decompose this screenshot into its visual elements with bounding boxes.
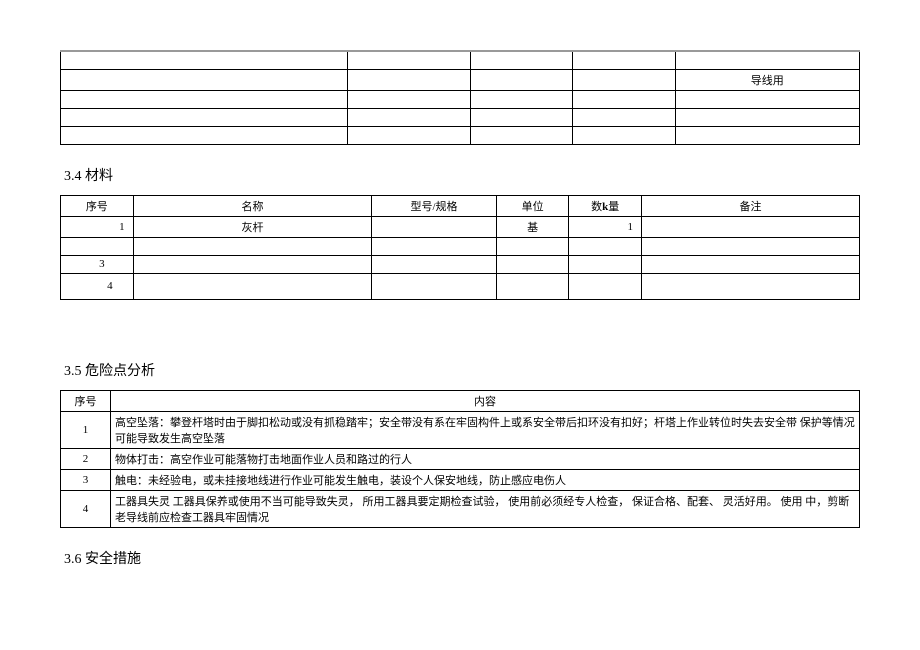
- cell: [470, 108, 572, 126]
- table-row: [61, 51, 860, 69]
- risk-table: 序号 内容 1 高空坠落：攀登杆塔时由于脚扣松动或没有抓稳踏牢；安全带没有系在牢…: [60, 390, 860, 528]
- col-name: 名称: [133, 195, 372, 216]
- qty-cell: [569, 237, 642, 255]
- seq-cell: 4: [61, 273, 134, 299]
- seq-cell: 1: [61, 216, 134, 237]
- cell: [347, 126, 470, 144]
- spec-cell: [372, 237, 497, 255]
- equipment-table: 导线用: [60, 50, 860, 145]
- unit-cell: [496, 273, 569, 299]
- spec-cell: [372, 216, 497, 237]
- qty-cell: 1: [569, 216, 642, 237]
- spec-cell: [372, 273, 497, 299]
- cell: [470, 69, 572, 90]
- section-heading-34: 3.4 材料: [64, 165, 860, 185]
- col-remark: 备注: [642, 195, 860, 216]
- table-row: [61, 126, 860, 144]
- name-cell: [133, 255, 372, 273]
- table-row: 4: [61, 273, 860, 299]
- table-row: 1 灰杆 基 1: [61, 216, 860, 237]
- table-row: 4 工器具失灵 工器具保养或使用不当可能导致失灵， 所用工器具要定期检查试验， …: [61, 490, 860, 527]
- table-row: 1 高空坠落：攀登杆塔时由于脚扣松动或没有抓稳踏牢；安全带没有系在牢固构件上或系…: [61, 411, 860, 448]
- content-cell: 高空坠落：攀登杆塔时由于脚扣松动或没有抓稳踏牢；安全带没有系在牢固构件上或系安全…: [111, 411, 860, 448]
- cell: [573, 90, 675, 108]
- cell: [347, 108, 470, 126]
- cell: [347, 51, 470, 69]
- col-seq: 序号: [61, 390, 111, 411]
- name-cell: 灰杆: [133, 216, 372, 237]
- cell: [573, 69, 675, 90]
- cell: [61, 126, 348, 144]
- spec-cell: [372, 255, 497, 273]
- section-heading-35: 3.5 危险点分析: [64, 360, 860, 380]
- cell: [347, 69, 470, 90]
- content-cell: 工器具失灵 工器具保养或使用不当可能导致失灵， 所用工器具要定期检查试验， 使用…: [111, 490, 860, 527]
- cell: [675, 126, 859, 144]
- table-row: 2 物体打击：高空作业可能落物打击地面作业人员和路过的行人: [61, 448, 860, 469]
- cell: [573, 108, 675, 126]
- cell: [470, 51, 572, 69]
- cell: [675, 108, 859, 126]
- remark-cell: [642, 216, 860, 237]
- name-cell: [133, 273, 372, 299]
- content-cell: 物体打击：高空作业可能落物打击地面作业人员和路过的行人: [111, 448, 860, 469]
- table-row: 导线用: [61, 69, 860, 90]
- seq-cell: 4: [61, 490, 111, 527]
- materials-table: 序号 名称 型号/规格 单位 数k量 备注 1 灰杆 基 1 3 4: [60, 195, 860, 300]
- remark-cell: [642, 237, 860, 255]
- seq-cell: 1: [61, 411, 111, 448]
- note-cell: 导线用: [675, 69, 859, 90]
- table-row: 3 触电：未经验电，或未挂接地线进行作业可能发生触电，装设个人保安地线，防止感应…: [61, 469, 860, 490]
- cell: [470, 90, 572, 108]
- qty-label: 数k量: [591, 201, 619, 213]
- cell: [470, 126, 572, 144]
- cell: [61, 69, 348, 90]
- cell: [675, 90, 859, 108]
- unit-cell: [496, 255, 569, 273]
- seq-cell: [61, 237, 134, 255]
- table-row: [61, 237, 860, 255]
- table-row: [61, 90, 860, 108]
- seq-cell: 3: [61, 255, 134, 273]
- seq-cell: 2: [61, 448, 111, 469]
- unit-cell: [496, 237, 569, 255]
- unit-cell: 基: [496, 216, 569, 237]
- cell: [61, 90, 348, 108]
- table-header-row: 序号 名称 型号/规格 单位 数k量 备注: [61, 195, 860, 216]
- cell: [347, 90, 470, 108]
- cell: [61, 51, 348, 69]
- table-row: [61, 108, 860, 126]
- col-spec: 型号/规格: [372, 195, 497, 216]
- section-heading-36: 3.6 安全措施: [64, 548, 860, 568]
- col-unit: 单位: [496, 195, 569, 216]
- col-content: 内容: [111, 390, 860, 411]
- remark-cell: [642, 255, 860, 273]
- remark-cell: [642, 273, 860, 299]
- cell: [573, 51, 675, 69]
- content-cell: 触电：未经验电，或未挂接地线进行作业可能发生触电，装设个人保安地线，防止感应电伤…: [111, 469, 860, 490]
- cell: [61, 108, 348, 126]
- table-header-row: 序号 内容: [61, 390, 860, 411]
- col-qty: 数k量: [569, 195, 642, 216]
- cell: [573, 126, 675, 144]
- qty-cell: [569, 273, 642, 299]
- col-seq: 序号: [61, 195, 134, 216]
- name-cell: [133, 237, 372, 255]
- seq-cell: 3: [61, 469, 111, 490]
- table-row: 3: [61, 255, 860, 273]
- qty-cell: [569, 255, 642, 273]
- cell: [675, 51, 859, 69]
